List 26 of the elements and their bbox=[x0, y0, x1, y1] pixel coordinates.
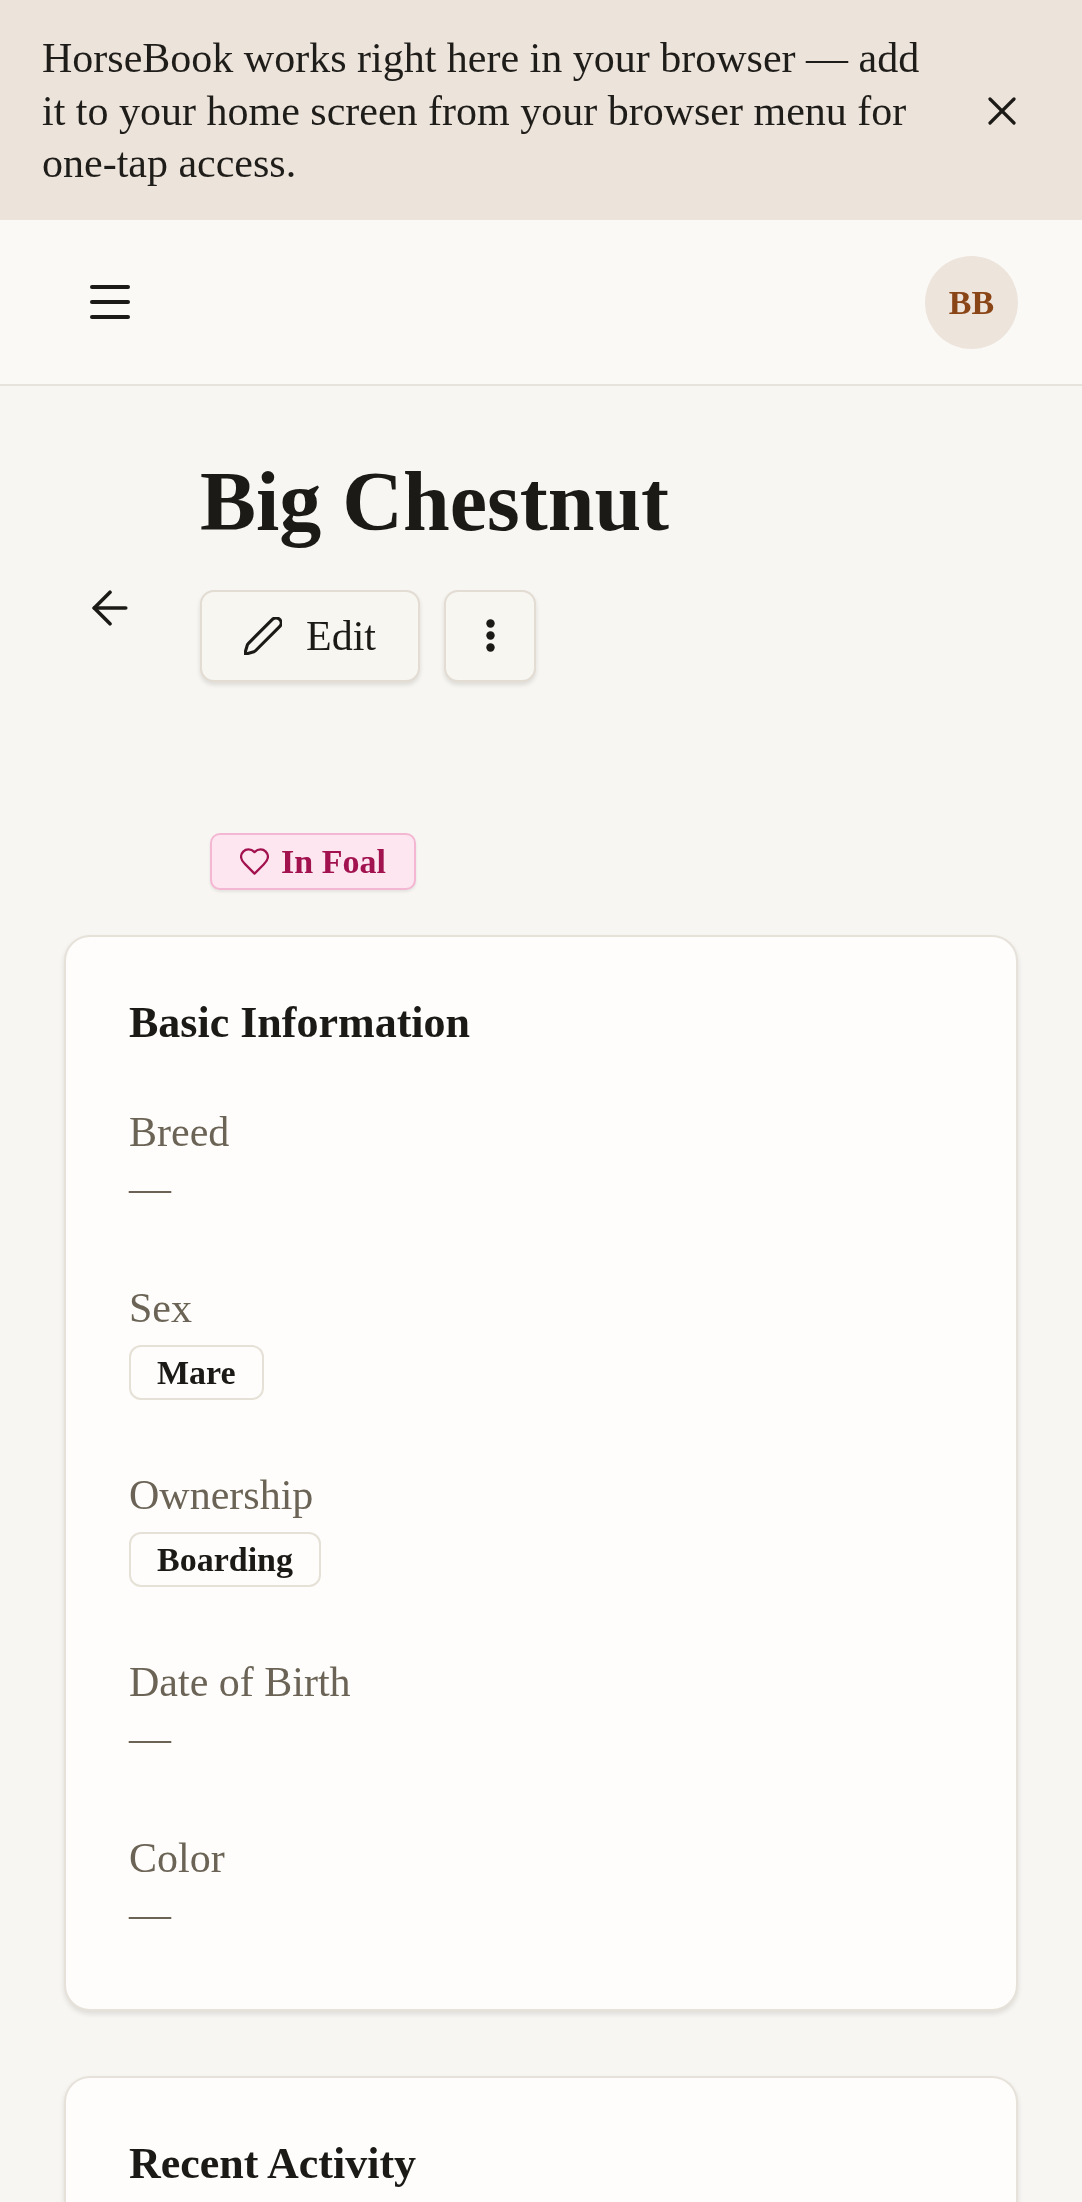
value-tag: Boarding bbox=[129, 1531, 322, 1587]
pencil-icon bbox=[244, 616, 282, 655]
field-value: — bbox=[129, 1713, 173, 1763]
status-label: In Foal bbox=[281, 841, 386, 882]
value-tag: Mare bbox=[129, 1344, 264, 1400]
user-avatar[interactable]: BB bbox=[925, 255, 1018, 349]
field-label: Date of Birth bbox=[129, 1657, 352, 1707]
close-icon bbox=[988, 96, 1016, 125]
heart-icon bbox=[240, 847, 269, 875]
more-button[interactable] bbox=[444, 589, 536, 682]
menu-button[interactable] bbox=[90, 284, 130, 320]
back-button[interactable] bbox=[92, 590, 128, 626]
field-label: Ownership bbox=[129, 1470, 315, 1520]
banner-message: HorseBook works right here in your browser — add it to your home screen from your browser menu for one-tap access. bbox=[42, 34, 921, 188]
horse-name: Big Chestnut bbox=[200, 454, 670, 550]
field-value: — bbox=[129, 1889, 173, 1939]
card-title: Recent Activity bbox=[129, 2137, 418, 2190]
edit-button[interactable]: Edit bbox=[200, 589, 420, 682]
field-label: Color bbox=[129, 1833, 226, 1883]
field-label: Sex bbox=[129, 1283, 193, 1333]
close-button[interactable] bbox=[988, 96, 1016, 125]
field-value: — bbox=[129, 1163, 173, 1213]
menu-icon bbox=[90, 284, 130, 320]
card-title: Basic Information bbox=[129, 996, 471, 1049]
vertical-dots-icon bbox=[485, 619, 495, 653]
field-label: Breed bbox=[129, 1107, 231, 1157]
